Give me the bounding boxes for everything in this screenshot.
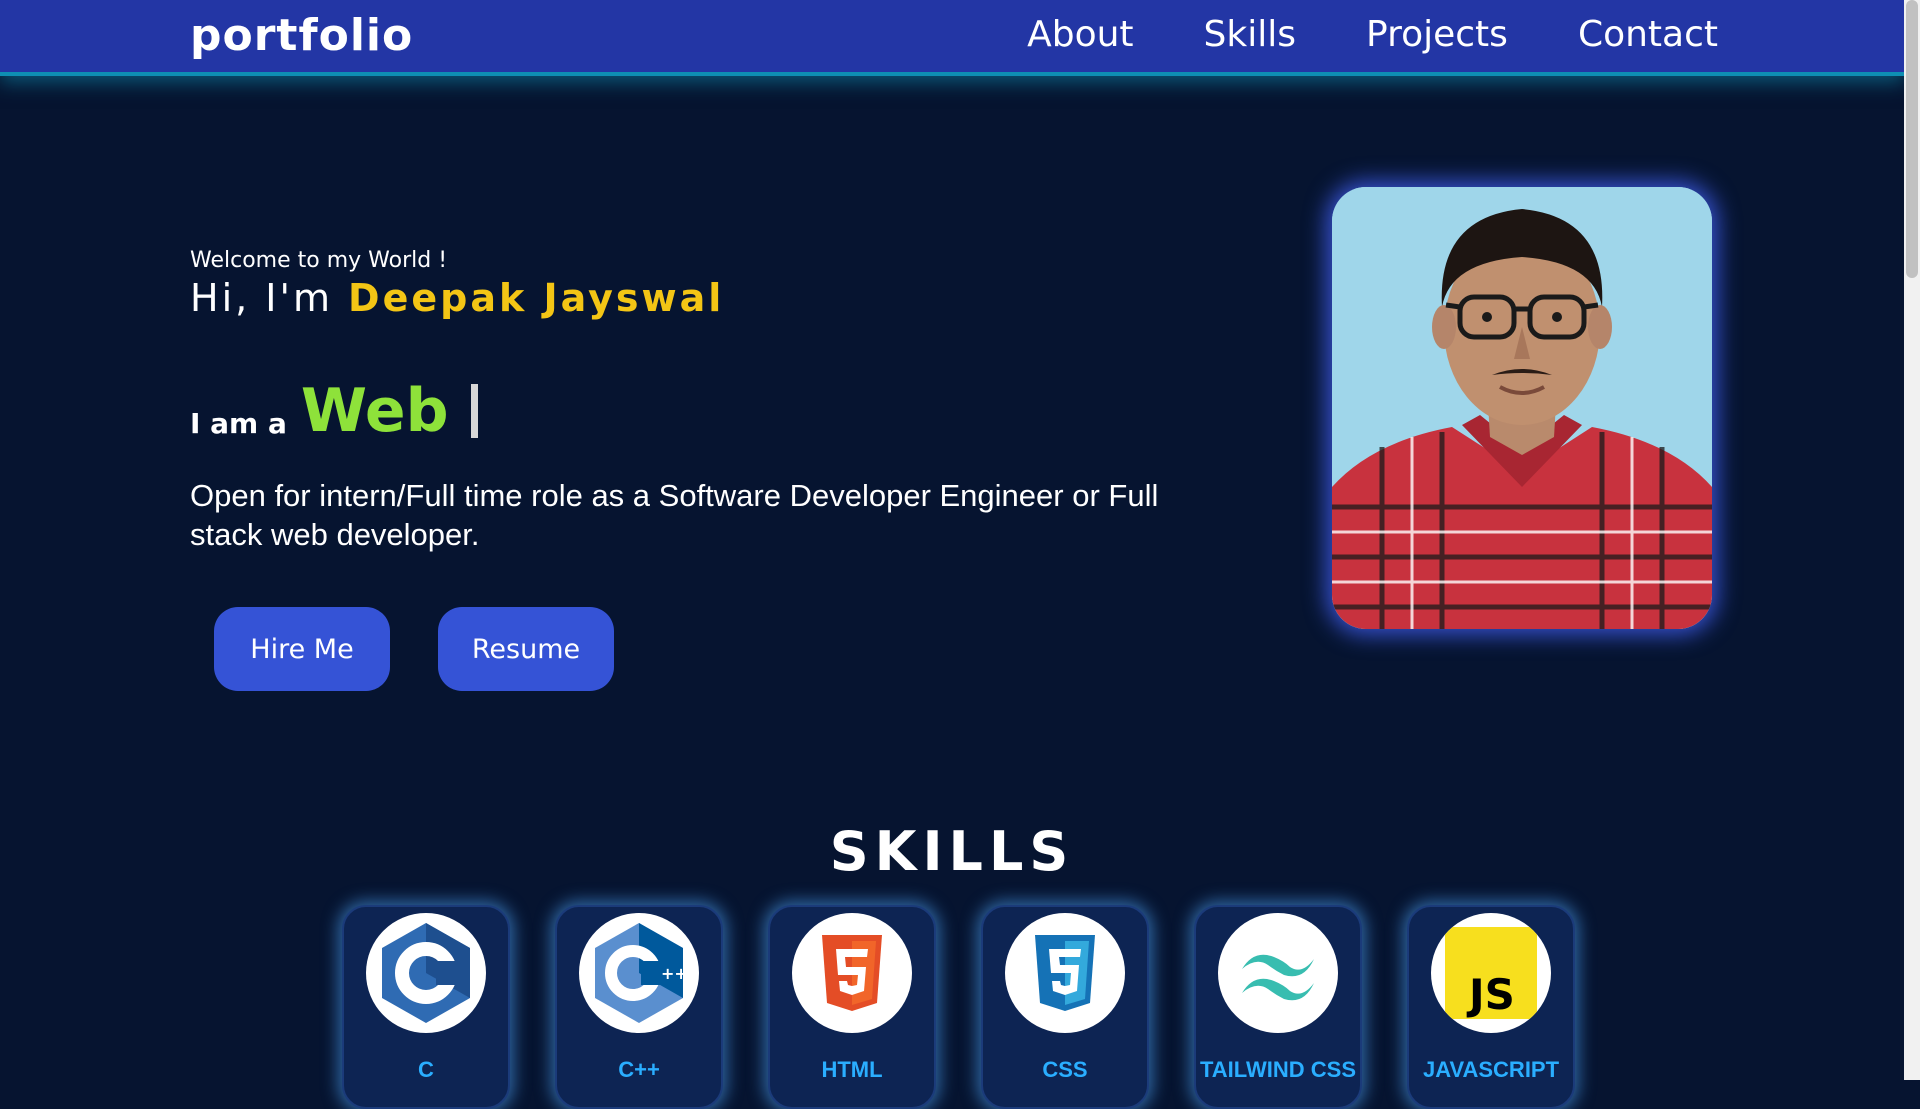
typing-cursor (470, 384, 478, 438)
hero-name: Deepak Jayswal (348, 276, 725, 320)
skill-card-c[interactable]: C (342, 905, 510, 1109)
scrollbar-thumb[interactable] (1906, 0, 1918, 278)
skill-label: CSS (1042, 1057, 1088, 1082)
nav-links: About Skills Projects Contact (1027, 14, 1718, 55)
javascript-icon: JS (1431, 913, 1551, 1033)
role-typed-word: Web (300, 376, 449, 446)
c-language-icon (366, 913, 486, 1033)
skill-label: C (418, 1057, 434, 1082)
nav-link-contact[interactable]: Contact (1578, 14, 1718, 55)
svg-text:JS: JS (1466, 970, 1515, 1019)
skill-label: TAILWIND CSS (1199, 1057, 1357, 1082)
tailwind-css-icon (1218, 913, 1338, 1033)
skill-label: JAVASCRIPT (1422, 1057, 1560, 1082)
greeting-prefix: Hi, I'm (190, 276, 349, 320)
navbar: portfolio About Skills Projects Contact (0, 0, 1904, 72)
welcome-text: Welcome to my World ! (190, 248, 448, 273)
profile-photo (1332, 187, 1712, 629)
skills-list: C ++ C++ HTML CSS TAILWIND CSS JS JAVASC… (342, 905, 1575, 1109)
skill-card-tailwind[interactable]: TAILWIND CSS (1194, 905, 1362, 1109)
skills-heading: SKILLS (829, 820, 1075, 883)
nav-link-projects[interactable]: Projects (1366, 14, 1508, 55)
html5-icon (792, 913, 912, 1033)
cpp-language-icon: ++ (579, 913, 699, 1033)
intro-text: Open for intern/Full time role as a Soft… (190, 478, 1159, 552)
brand-logo[interactable]: portfolio (190, 10, 413, 61)
svg-text:++: ++ (661, 964, 688, 983)
skill-card-html[interactable]: HTML (768, 905, 936, 1109)
css3-icon (1005, 913, 1125, 1033)
skill-card-javascript[interactable]: JS JAVASCRIPT (1407, 905, 1575, 1109)
profile-photo-illustration (1332, 187, 1712, 629)
nav-link-about[interactable]: About (1027, 14, 1133, 55)
role-line: I am a Web (190, 376, 478, 446)
greeting: Hi, I'm Deepak Jayswal (190, 276, 724, 320)
skill-card-css[interactable]: CSS (981, 905, 1149, 1109)
skill-label: HTML (821, 1057, 883, 1082)
role-prefix: I am a (190, 407, 287, 440)
nav-link-skills[interactable]: Skills (1204, 14, 1296, 55)
skill-card-cpp[interactable]: ++ C++ (555, 905, 723, 1109)
resume-button[interactable]: Resume (438, 607, 614, 691)
scrollbar[interactable] (1904, 0, 1920, 1080)
hire-me-button[interactable]: Hire Me (214, 607, 390, 691)
skill-label: C++ (618, 1057, 660, 1082)
